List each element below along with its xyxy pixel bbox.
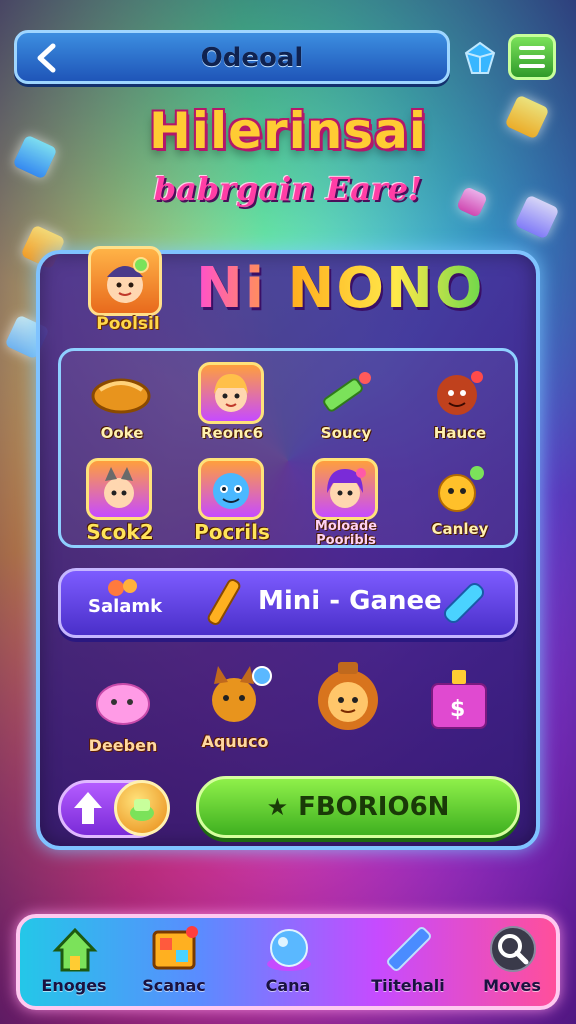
yellow-creature-icon — [426, 458, 492, 520]
pink-blob-icon — [96, 683, 150, 725]
game-logo: Ni NONO — [196, 256, 496, 321]
mini-game-title: Mini - Ganee — [258, 586, 442, 616]
nav-item-cana[interactable]: Cana — [238, 922, 338, 1002]
hamburger-menu-icon — [519, 46, 545, 50]
profile-name: Poolsil — [96, 314, 160, 334]
girl-character-icon — [198, 362, 264, 424]
svg-text:$: $ — [450, 697, 465, 722]
gift-box-icon: $ — [431, 670, 487, 729]
nav-label: Enoges — [41, 976, 107, 995]
top-bar: Odeoal — [14, 30, 560, 86]
creature-icon — [426, 362, 492, 424]
mini-game-left-label: Salamk — [88, 596, 163, 617]
grid-item[interactable]: Moloade Pooribls — [296, 452, 396, 548]
grid-item-label: Moloade Pooribls — [314, 519, 378, 548]
grid-item-label: Canley — [431, 520, 489, 538]
search-icon — [490, 926, 536, 972]
chevron-left-icon — [37, 43, 56, 73]
lower-item[interactable]: Deeben — [68, 664, 178, 764]
page-title: Odeoal — [77, 43, 427, 73]
hamburger-menu-icon — [519, 64, 545, 68]
lower-item[interactable]: $ — [410, 660, 520, 760]
menu-button[interactable] — [508, 34, 556, 80]
grid-item-label: Pocrils — [194, 520, 270, 544]
grid-item-label: Reonc6 — [200, 424, 264, 442]
nav-label: Cana — [265, 976, 311, 995]
home-icon — [52, 927, 98, 972]
grid-item[interactable]: Hauce — [410, 356, 510, 452]
profile-avatar[interactable] — [88, 246, 162, 316]
nav-label: Scanac — [142, 976, 206, 995]
lower-item-label: Aquuco — [201, 732, 269, 751]
arrow-up-icon — [74, 792, 102, 824]
grid-item[interactable]: Ooke — [72, 356, 172, 452]
blue-creature-icon — [198, 458, 264, 520]
character-avatar-icon — [107, 257, 149, 303]
grid-item[interactable]: Reonc6 — [182, 356, 282, 452]
nav-item-home[interactable]: Enoges — [24, 922, 124, 1002]
dog-character-icon — [212, 666, 272, 722]
bread-icon — [88, 362, 154, 424]
headline: Hilerinsai — [148, 102, 428, 160]
back-button[interactable] — [27, 39, 67, 77]
crystal-tube-icon — [443, 582, 485, 624]
lower-item[interactable] — [292, 652, 402, 752]
title-bar: Odeoal — [14, 30, 450, 84]
grid-item-label: Ooke — [100, 424, 144, 442]
cat-character-icon — [86, 458, 152, 520]
subheadline: babrgain Eare! — [153, 170, 423, 208]
puzzle-icon — [152, 926, 198, 970]
grid-item[interactable]: Pocrils — [182, 452, 282, 548]
nav-item-moves[interactable]: Moves — [462, 922, 562, 1002]
star-icon: ★ — [266, 793, 289, 821]
purple-girl-icon — [312, 458, 378, 520]
orb-icon — [267, 929, 311, 971]
grid-item[interactable]: Canley — [410, 452, 510, 548]
hamburger-menu-icon — [519, 55, 545, 59]
coin-icon — [130, 799, 154, 821]
crystal-icon — [387, 927, 431, 971]
nav-label: Moves — [483, 976, 541, 995]
nav-label: Tiitehali — [371, 976, 445, 995]
grid-item-label: Hauce — [433, 424, 487, 442]
play-button-label: FBORIO6N — [298, 792, 450, 822]
grid-item-label: Scok2 — [86, 520, 154, 544]
lower-item[interactable]: Aquuco — [180, 660, 290, 760]
crayon-icon — [207, 579, 241, 625]
nav-item-tiitehali[interactable]: Tiitehali — [358, 922, 458, 1002]
grid-item-label: Soucy — [320, 424, 372, 442]
grid-item[interactable]: Soucy — [296, 356, 396, 452]
crystal-button[interactable] — [460, 38, 500, 78]
coin-button[interactable] — [114, 780, 170, 836]
lower-item-label: Deeben — [88, 736, 158, 755]
crayon-icon — [312, 362, 378, 424]
lion-icon — [318, 662, 378, 730]
crystal-icon — [464, 41, 496, 74]
grid-item[interactable]: Scok2 — [70, 452, 170, 548]
nav-item-scanac[interactable]: Scanac — [124, 922, 224, 1002]
play-button[interactable]: ★ FBORIO6N — [196, 776, 520, 838]
